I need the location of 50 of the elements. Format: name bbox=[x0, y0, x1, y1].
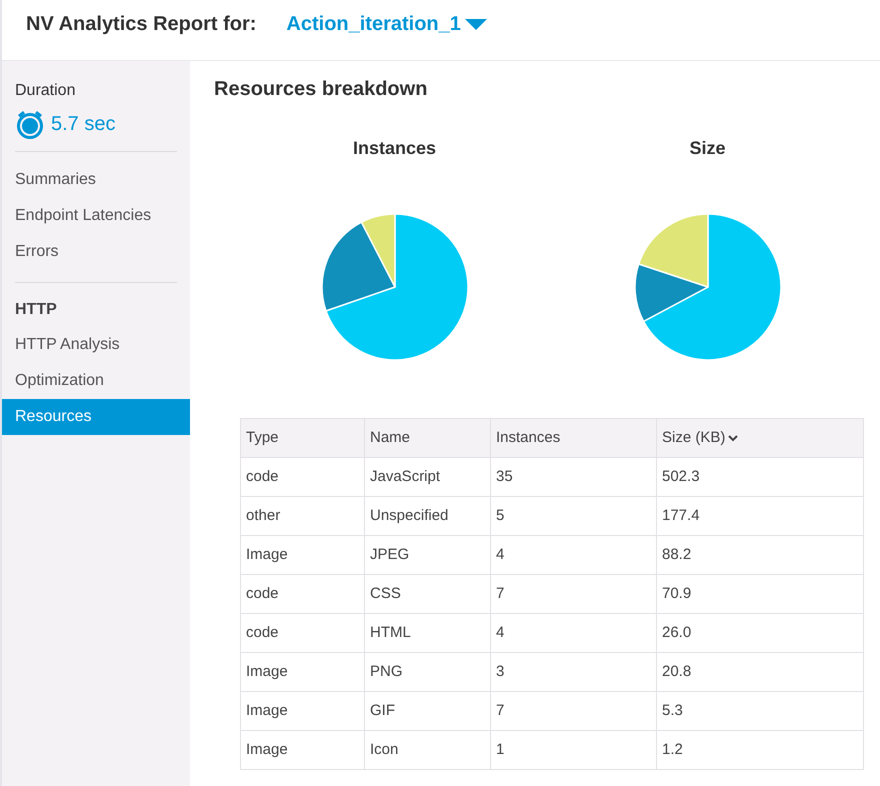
table-cell: 4 bbox=[490, 536, 656, 574]
table-cell: JPEG bbox=[364, 536, 490, 574]
table-cell: 502.3 bbox=[656, 458, 865, 496]
stopwatch-icon bbox=[15, 109, 45, 139]
sidebar-item[interactable]: Errors bbox=[2, 234, 190, 270]
sidebar-item[interactable]: Summaries bbox=[2, 162, 190, 198]
column-header[interactable]: Size (KB) bbox=[656, 419, 865, 457]
table-cell-text: Image bbox=[245, 662, 289, 682]
table-cell: 20.8 bbox=[656, 653, 865, 691]
table-cell: 7 bbox=[490, 692, 656, 730]
table-cell: 1 bbox=[490, 731, 656, 769]
table-cell: 70.9 bbox=[656, 575, 865, 613]
table-cell-text: other bbox=[245, 506, 282, 526]
sidebar-item[interactable]: HTTP Analysis bbox=[2, 327, 190, 363]
table-cell-text: Image bbox=[245, 740, 289, 760]
column-header[interactable]: Instances bbox=[490, 419, 656, 457]
table-cell: 26.0 bbox=[656, 614, 865, 652]
table-cell: Icon bbox=[364, 731, 490, 769]
table-cell-text: code bbox=[245, 622, 280, 643]
table-cell: 3 bbox=[490, 653, 656, 691]
duration-label: Duration bbox=[15, 81, 76, 101]
caret-icon bbox=[464, 18, 487, 30]
duration-value: 5.7 sec bbox=[51, 112, 116, 137]
section-title: Resources breakdown bbox=[214, 77, 428, 102]
table-cell-text: code bbox=[245, 466, 280, 487]
table-cell: 7 bbox=[490, 575, 656, 613]
table-cell: JavaScript bbox=[364, 458, 490, 496]
column-header[interactable]: Name bbox=[364, 419, 490, 457]
table-cell: PNG bbox=[364, 653, 490, 691]
table-cell: 5.3 bbox=[656, 692, 865, 730]
sidebar-item[interactable]: Optimization bbox=[2, 363, 190, 399]
table-cell: 35 bbox=[490, 458, 656, 496]
report-title: NV Analytics Report for: bbox=[26, 12, 256, 37]
table-cell-text: Image bbox=[245, 700, 289, 721]
column-header[interactable]: Type bbox=[241, 419, 364, 457]
table-cell: 88.2 bbox=[656, 536, 865, 574]
table-cell-text: Image bbox=[245, 544, 289, 565]
chart-title: Instances bbox=[352, 137, 436, 160]
section-heading: HTTP bbox=[15, 300, 57, 320]
table-cell: Unspecified bbox=[364, 497, 490, 535]
table-cell: 5 bbox=[490, 497, 656, 535]
table-cell: HTML bbox=[364, 614, 490, 652]
sidebar-item[interactable]: Endpoint Latencies bbox=[2, 198, 190, 234]
chart-title: Size bbox=[689, 137, 726, 160]
table-cell: 1.2 bbox=[656, 731, 865, 769]
table-cell-text: code bbox=[245, 584, 280, 604]
table-cell: 4 bbox=[490, 614, 656, 652]
table-cell: 177.4 bbox=[656, 497, 865, 535]
table-cell: CSS bbox=[364, 575, 490, 613]
table-cell: GIF bbox=[364, 692, 490, 730]
